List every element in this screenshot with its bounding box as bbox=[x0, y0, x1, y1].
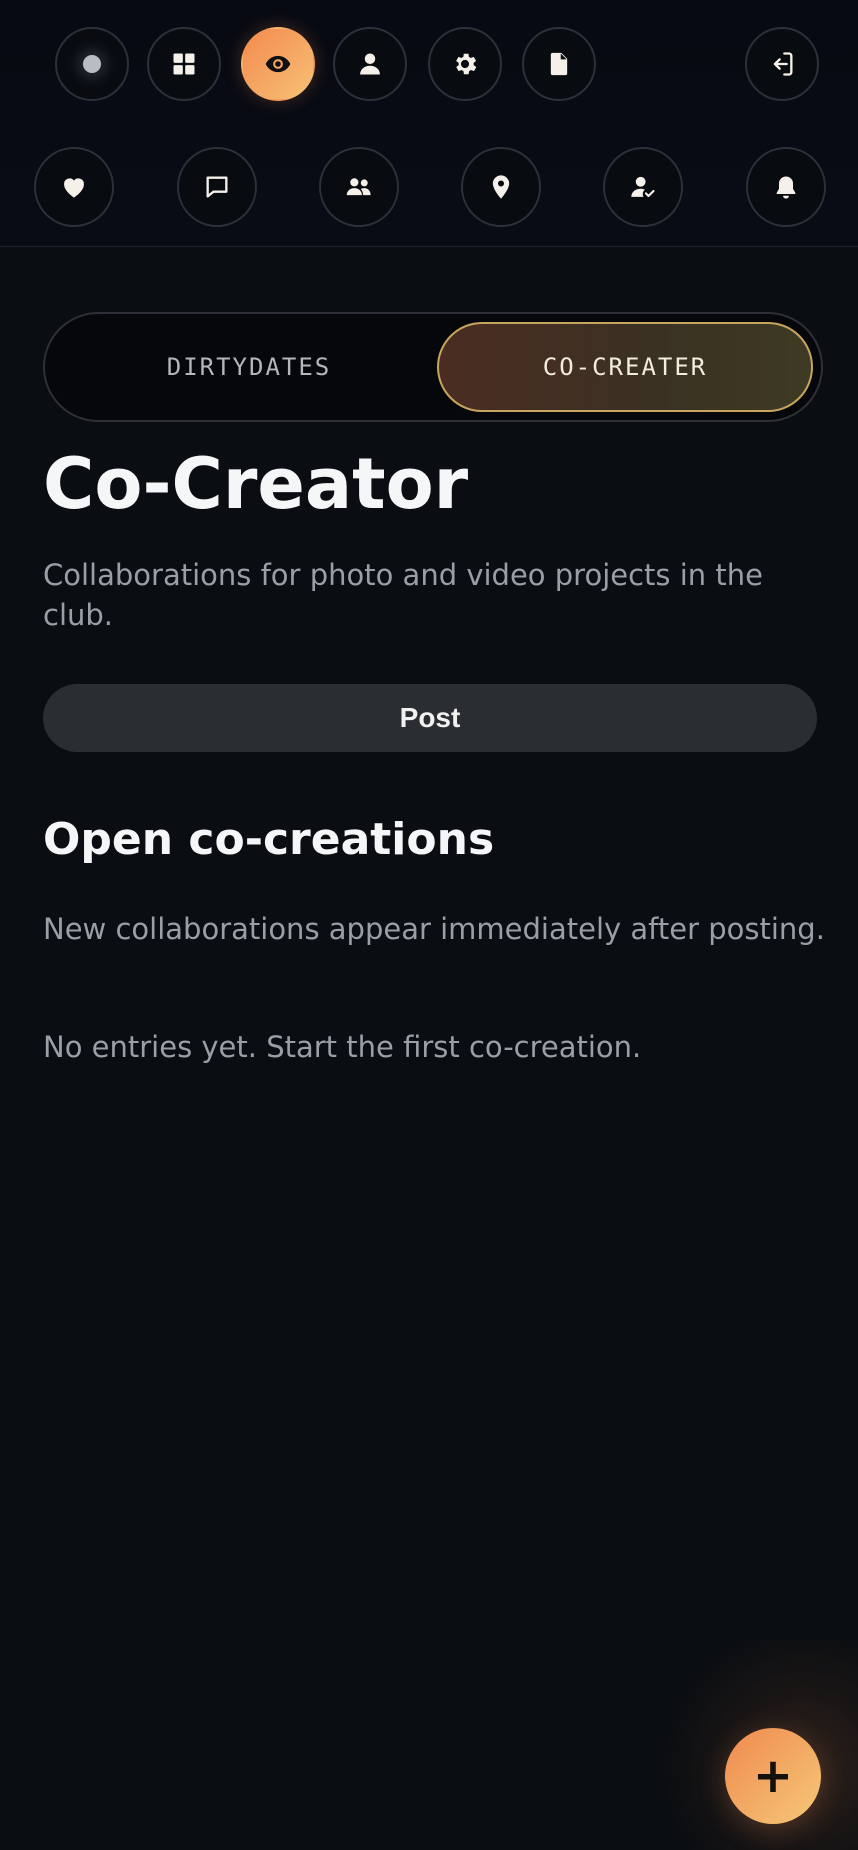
gear-icon bbox=[456, 53, 477, 75]
user-icon bbox=[360, 53, 380, 75]
location-pin-icon bbox=[492, 175, 510, 199]
logout-icon bbox=[773, 52, 793, 76]
file-icon bbox=[550, 52, 568, 76]
eye-icon bbox=[265, 55, 291, 73]
post-button[interactable]: Post bbox=[43, 684, 817, 752]
page-subtitle: Collaborations for photo and video proje… bbox=[43, 558, 763, 632]
status-dot-icon bbox=[83, 55, 101, 73]
section-title: Open co-creations bbox=[43, 814, 495, 865]
documents-button[interactable] bbox=[522, 27, 596, 101]
notifications-button[interactable] bbox=[746, 147, 826, 227]
heart-icon bbox=[64, 178, 84, 198]
page-title: Co-Creator bbox=[43, 443, 469, 525]
add-co-creation-button[interactable]: + bbox=[725, 1728, 821, 1824]
chat-icon bbox=[206, 176, 228, 198]
tab-dirtydates[interactable]: DIRTYDATES bbox=[61, 322, 437, 412]
tab-co-creater[interactable]: CO-CREATER bbox=[437, 322, 813, 412]
location-button[interactable] bbox=[461, 147, 541, 227]
empty-state-text: No entries yet. Start the first co-creat… bbox=[43, 1030, 642, 1064]
mode-switch: DIRTYDATES CO-CREATER bbox=[43, 312, 823, 422]
watch-button[interactable] bbox=[241, 27, 315, 101]
members-button[interactable] bbox=[319, 147, 399, 227]
grid-icon bbox=[173, 53, 195, 75]
logout-button[interactable] bbox=[745, 27, 819, 101]
messages-button[interactable] bbox=[177, 147, 257, 227]
settings-button[interactable] bbox=[428, 27, 502, 101]
status-dot-button[interactable] bbox=[55, 27, 129, 101]
profile-button[interactable] bbox=[333, 27, 407, 101]
plus-icon: + bbox=[752, 1748, 794, 1804]
verified-user-button[interactable] bbox=[603, 147, 683, 227]
bell-icon bbox=[776, 176, 796, 199]
users-icon bbox=[346, 178, 371, 196]
user-check-icon bbox=[631, 176, 655, 198]
section-description: New collaborations appear immediately af… bbox=[43, 912, 825, 946]
favorites-button[interactable] bbox=[34, 147, 114, 227]
dashboard-button[interactable] bbox=[147, 27, 221, 101]
top-navigation bbox=[0, 0, 858, 247]
